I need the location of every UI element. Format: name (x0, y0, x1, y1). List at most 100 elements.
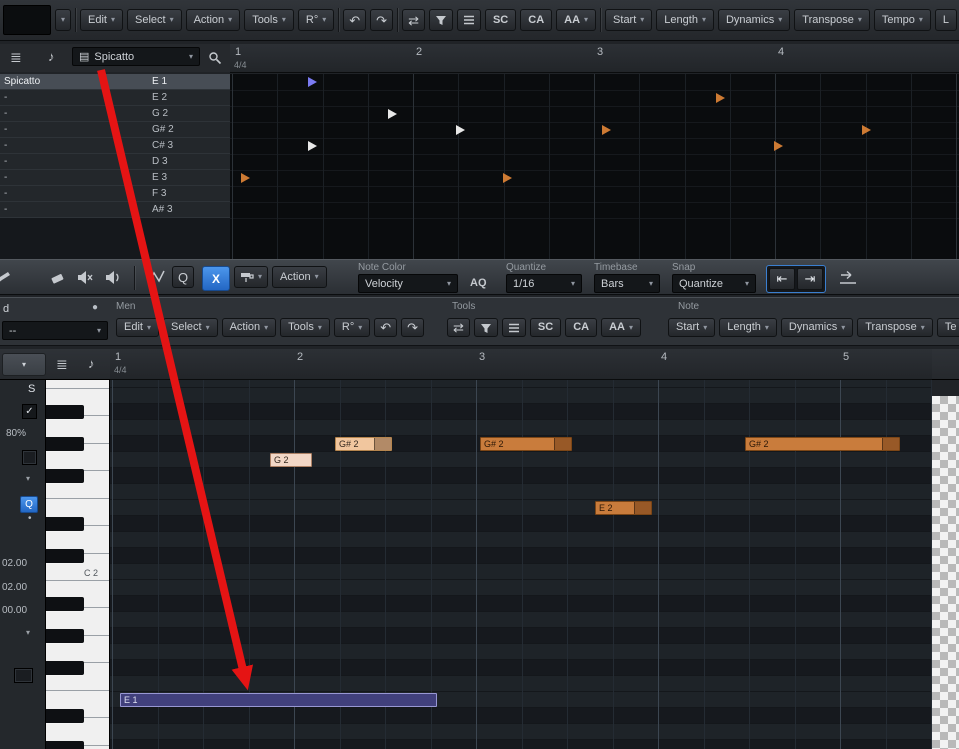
instrument-dropdown[interactable]: ▾ (55, 9, 72, 31)
aq-toggle[interactable]: AQ (470, 277, 487, 289)
drum-row[interactable]: - A# 3 (0, 202, 230, 218)
menu-select[interactable]: Select ▾ (127, 9, 182, 31)
cut-off-menu[interactable]: Te (936, 318, 959, 337)
drum-row[interactable]: - C# 3 (0, 138, 230, 154)
drum-note[interactable] (308, 77, 317, 87)
midi-note[interactable]: G# 2 (745, 437, 900, 451)
note-length-handle[interactable] (554, 438, 571, 450)
piano-key-black[interactable] (46, 437, 84, 451)
redo-button[interactable]: ↷ (370, 9, 394, 31)
drum-timeline-ruler[interactable]: 1 2 3 4 4/4 (230, 44, 959, 73)
listen-tool-icon[interactable] (104, 269, 122, 286)
drum-note[interactable] (456, 125, 465, 135)
midi-note[interactable]: E 2 (595, 501, 652, 515)
snap-dropdown[interactable]: Quantize ▾ (672, 274, 756, 293)
part-selector-dropdown[interactable]: -- ▾ (2, 321, 108, 340)
action-menu[interactable]: Action ▾ (272, 266, 327, 288)
track-list-icon[interactable]: ≣ (56, 356, 68, 373)
chevron-down-icon[interactable]: ▾ (26, 474, 30, 483)
cut-off-menu[interactable]: L (934, 9, 958, 31)
piano-key-black[interactable] (46, 597, 84, 611)
note-length-menu[interactable]: Length ▾ (656, 9, 714, 31)
drum-row[interactable]: - G 2 (0, 106, 230, 122)
menu-tools[interactable]: Tools ▾ (244, 9, 294, 31)
note-length-handle[interactable] (634, 502, 651, 514)
trim-icon[interactable] (838, 269, 858, 287)
aa-tool-button[interactable]: AA ▾ (556, 9, 597, 31)
resize-tool-button[interactable]: ⇄ (402, 9, 425, 31)
note-start-menu[interactable]: Start ▾ (668, 318, 716, 337)
ca-tool-button[interactable]: CA (565, 318, 598, 337)
drum-map-dropdown[interactable]: ▤ Spicatto ▾ (72, 47, 200, 66)
record-indicator-icon[interactable]: ● (92, 302, 98, 313)
filter-button[interactable] (428, 9, 453, 31)
note-length-menu[interactable]: Length ▾ (719, 318, 777, 337)
drum-note[interactable] (774, 141, 783, 151)
option-box[interactable] (22, 450, 37, 465)
track-list-icon[interactable]: ≣ (10, 49, 22, 66)
drum-note[interactable] (388, 109, 397, 119)
list-button[interactable] (501, 318, 526, 337)
sc-tool-button[interactable]: SC (529, 318, 562, 337)
drum-note[interactable] (503, 173, 512, 183)
note-dynamics-menu[interactable]: Dynamics ▾ (780, 318, 854, 337)
note-length-handle[interactable] (374, 438, 391, 450)
midi-note[interactable]: G 2 (270, 453, 312, 467)
note-transpose-menu[interactable]: Transpose ▾ (857, 318, 933, 337)
piano-key-black[interactable] (46, 405, 84, 419)
param-value-2[interactable]: 02.00 (2, 582, 27, 593)
piano-roll-timeline-ruler[interactable]: 1 2 3 4 5 4/4 (110, 349, 932, 380)
piano-roll-grid[interactable]: G 2 G# 2 G# 2 G# 2 E 2 E 1 (110, 380, 932, 749)
chevron-down-icon[interactable]: ▾ (26, 628, 30, 637)
filter-button[interactable] (473, 318, 498, 337)
ca-tool-button[interactable]: CA (520, 9, 553, 31)
drum-note-grid[interactable] (230, 74, 959, 259)
undo-button[interactable]: ↶ (343, 9, 367, 31)
piano-key-black[interactable] (46, 741, 84, 749)
midi-note[interactable]: G# 2 (335, 437, 392, 451)
note-tempo-menu[interactable]: Tempo ▾ (873, 9, 931, 31)
note-dynamics-menu[interactable]: Dynamics ▾ (717, 9, 791, 31)
drum-note[interactable] (241, 173, 250, 183)
piano-key-black[interactable] (46, 709, 84, 723)
zoom-tool-icon[interactable] (208, 51, 222, 65)
menu-record-options[interactable]: R° ▾ (297, 9, 335, 31)
pencil-tool-icon[interactable] (0, 270, 12, 286)
piano-key-black[interactable] (46, 661, 84, 675)
note-start-menu[interactable]: Start ▾ (605, 9, 653, 31)
mute-tool-icon[interactable] (76, 269, 94, 286)
menu-action[interactable]: Action ▾ (221, 318, 277, 337)
aa-tool-button[interactable]: AA ▾ (601, 318, 641, 337)
paint-tool-button[interactable]: ▾ (234, 266, 269, 288)
eraser-tool-icon[interactable] (50, 270, 67, 286)
resize-tool-button[interactable]: ⇄ (447, 318, 470, 337)
drum-row[interactable]: - D 3 (0, 154, 230, 170)
piano-keyboard[interactable]: C 2 (46, 380, 110, 749)
note-transpose-menu[interactable]: Transpose ▾ (794, 9, 870, 31)
snap-to-end-button[interactable]: ⇥ (797, 268, 823, 290)
drum-note[interactable] (862, 125, 871, 135)
timebase-dropdown[interactable]: Bars ▾ (594, 274, 660, 293)
multi-tool-button[interactable]: X (202, 266, 230, 291)
redo-button[interactable]: ↷ (401, 318, 425, 337)
quantize-tool-button[interactable]: Q (172, 266, 195, 288)
menu-edit[interactable]: Edit ▾ (80, 9, 123, 31)
drum-note[interactable] (602, 125, 611, 135)
piano-key-black[interactable] (46, 469, 84, 483)
midi-note[interactable]: E 1 (120, 693, 437, 707)
menu-select[interactable]: Select ▾ (162, 318, 218, 337)
drum-row[interactable]: - G# 2 (0, 122, 230, 138)
menu-record-options[interactable]: R° ▾ (333, 318, 371, 337)
piano-key-black[interactable] (46, 629, 84, 643)
midi-note[interactable]: G# 2 (480, 437, 572, 451)
param-value-1[interactable]: 02.00 (2, 558, 27, 569)
list-button[interactable] (456, 9, 481, 31)
solo-label[interactable]: S (28, 383, 35, 395)
snap-to-start-button[interactable]: ⇤ (769, 268, 795, 290)
drum-note[interactable] (716, 93, 725, 103)
menu-edit[interactable]: Edit ▾ (116, 318, 159, 337)
enable-checkbox[interactable]: ✓ (22, 404, 37, 419)
piano-key-black[interactable] (46, 549, 84, 563)
menu-action[interactable]: Action ▾ (185, 9, 241, 31)
note-length-handle[interactable] (882, 438, 899, 450)
